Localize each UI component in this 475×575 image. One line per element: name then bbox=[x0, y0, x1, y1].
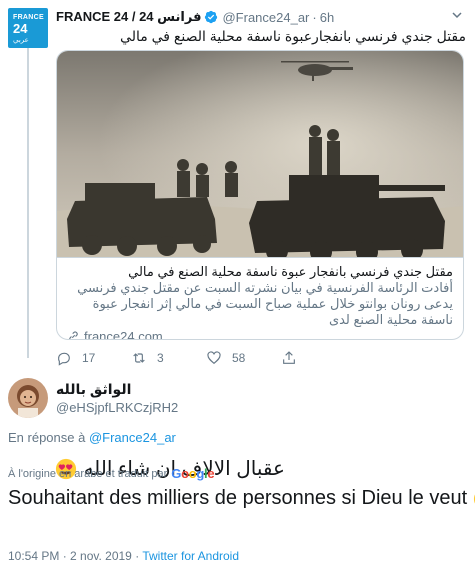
display-name[interactable]: FRANCE 24 / فرانس 24 bbox=[56, 9, 201, 25]
verified-badge-icon bbox=[205, 10, 218, 24]
link-card[interactable]: مقتل جندي فرنسي بانفجار عبوة ناسفة محلية… bbox=[56, 50, 464, 340]
retweet-count: 3 bbox=[157, 351, 164, 365]
handle[interactable]: @France24_ar bbox=[222, 10, 309, 25]
link-icon bbox=[69, 331, 78, 339]
in-reply-prefix: En réponse à bbox=[8, 430, 86, 445]
share-button[interactable] bbox=[281, 350, 356, 366]
retweet-icon bbox=[133, 353, 145, 363]
card-domain[interactable]: france24.com bbox=[67, 329, 453, 340]
share-icon bbox=[283, 351, 295, 364]
thread-line bbox=[27, 46, 29, 358]
reply-text-translated: Souhaitant des milliers de personnes si … bbox=[8, 487, 475, 510]
in-reply-handle-link[interactable]: @France24_ar bbox=[89, 430, 176, 445]
heart-icon bbox=[207, 351, 221, 365]
reply-display-name[interactable]: الواثق بالله bbox=[56, 381, 131, 398]
in-reply-to: En réponse à @France24_ar bbox=[8, 430, 176, 445]
tweet-meta: 10:54 PM · 2 nov. 2019 · Twitter for And… bbox=[8, 549, 239, 563]
user-avatar[interactable] bbox=[8, 378, 48, 418]
card-domain-text: france24.com bbox=[84, 329, 163, 340]
tweet-actions: 17 3 58 bbox=[56, 348, 356, 368]
reply-button[interactable]: 17 bbox=[56, 350, 131, 366]
reply-text-translated-content: Souhaitant des milliers de personnes si … bbox=[8, 487, 468, 509]
card-body[interactable]: مقتل جندي فرنسي بانفجار عبوة ناسفة محلية… bbox=[57, 257, 463, 340]
card-image bbox=[57, 51, 463, 257]
tweet-text: مقتل جندي فرنسي بانفجارعبوة ناسفة محلية … bbox=[120, 28, 466, 44]
avatar-line2: 24 bbox=[13, 21, 28, 36]
tweet-timestamp[interactable]: 10:54 PM · 2 nov. 2019 · bbox=[8, 549, 142, 563]
translation-notice: À l'origine en arabe et traduit par Goog… bbox=[8, 466, 215, 481]
chevron-down-icon[interactable] bbox=[451, 9, 463, 21]
reply-count: 17 bbox=[82, 351, 96, 365]
tweet-source-link[interactable]: Twitter for Android bbox=[142, 549, 239, 563]
card-description: أفادت الرئاسة الفرنسية في بيان نشرته الس… bbox=[77, 280, 453, 327]
retweet-button[interactable]: 3 bbox=[131, 350, 206, 366]
card-title[interactable]: مقتل جندي فرنسي بانفجار عبوة ناسفة محلية… bbox=[67, 264, 453, 280]
avatar-line1: FRANCE bbox=[13, 14, 44, 21]
translation-note: À l'origine en arabe et traduit par bbox=[8, 467, 168, 480]
separator-dot: · bbox=[312, 9, 317, 25]
avatar-line3: عربي bbox=[13, 37, 29, 44]
reply-handle[interactable]: @eHSjpfLRKCzjRH2 bbox=[56, 400, 178, 415]
like-count: 58 bbox=[232, 351, 246, 365]
reply-icon bbox=[58, 352, 70, 366]
tweet-header: FRANCE 24 / فرانس 24 @France24_ar · 6h bbox=[56, 8, 334, 26]
google-logo-icon[interactable]: Google bbox=[171, 466, 214, 481]
france24-avatar[interactable]: FRANCE 24 عربي bbox=[8, 8, 48, 48]
timestamp[interactable]: 6h bbox=[320, 10, 334, 25]
like-button[interactable]: 58 bbox=[206, 350, 281, 366]
